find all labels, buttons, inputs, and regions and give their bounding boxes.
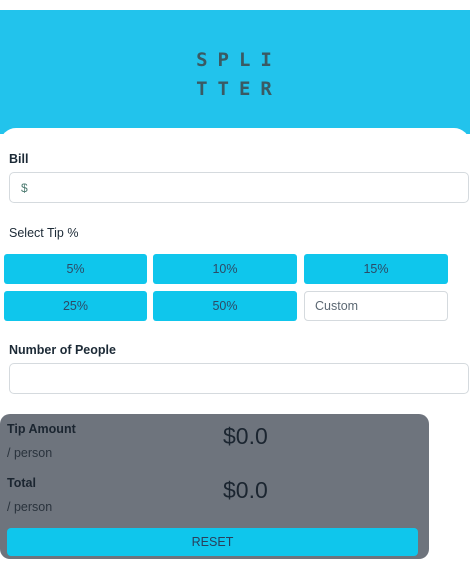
total-value: $0.0: [223, 477, 268, 503]
tip-50-button[interactable]: 50%: [153, 291, 297, 321]
tip-5-button[interactable]: 5%: [4, 254, 147, 284]
tip-15-button[interactable]: 15%: [304, 254, 448, 284]
custom-tip-input[interactable]: [305, 292, 447, 320]
logo-line-2: TTER: [196, 78, 282, 100]
results-panel: Tip Amount / person $0.0 Total / person …: [0, 414, 429, 559]
people-label: Number of People: [9, 343, 116, 357]
total-label: Total: [7, 476, 36, 490]
tip-amount-value: $0.0: [223, 423, 268, 449]
app-logo: SPLI TTER: [0, 46, 470, 104]
tip-amount-per-person-label: / person: [7, 446, 53, 460]
bill-label: Bill: [9, 152, 29, 166]
app-header: SPLI TTER: [0, 10, 470, 134]
bill-field[interactable]: $: [9, 172, 469, 203]
dollar-icon: $: [21, 181, 28, 195]
tip-amount-label: Tip Amount: [7, 422, 76, 436]
custom-tip-field[interactable]: [304, 291, 448, 321]
people-input[interactable]: [20, 364, 460, 393]
total-per-person-label: / person: [7, 500, 53, 514]
people-field[interactable]: [9, 363, 469, 394]
select-tip-label: Select Tip %: [9, 226, 79, 240]
reset-button[interactable]: RESET: [7, 528, 418, 556]
bill-input[interactable]: [34, 173, 460, 202]
logo-line-1: SPLI: [196, 49, 282, 71]
tip-10-button[interactable]: 10%: [153, 254, 297, 284]
tip-25-button[interactable]: 25%: [4, 291, 147, 321]
